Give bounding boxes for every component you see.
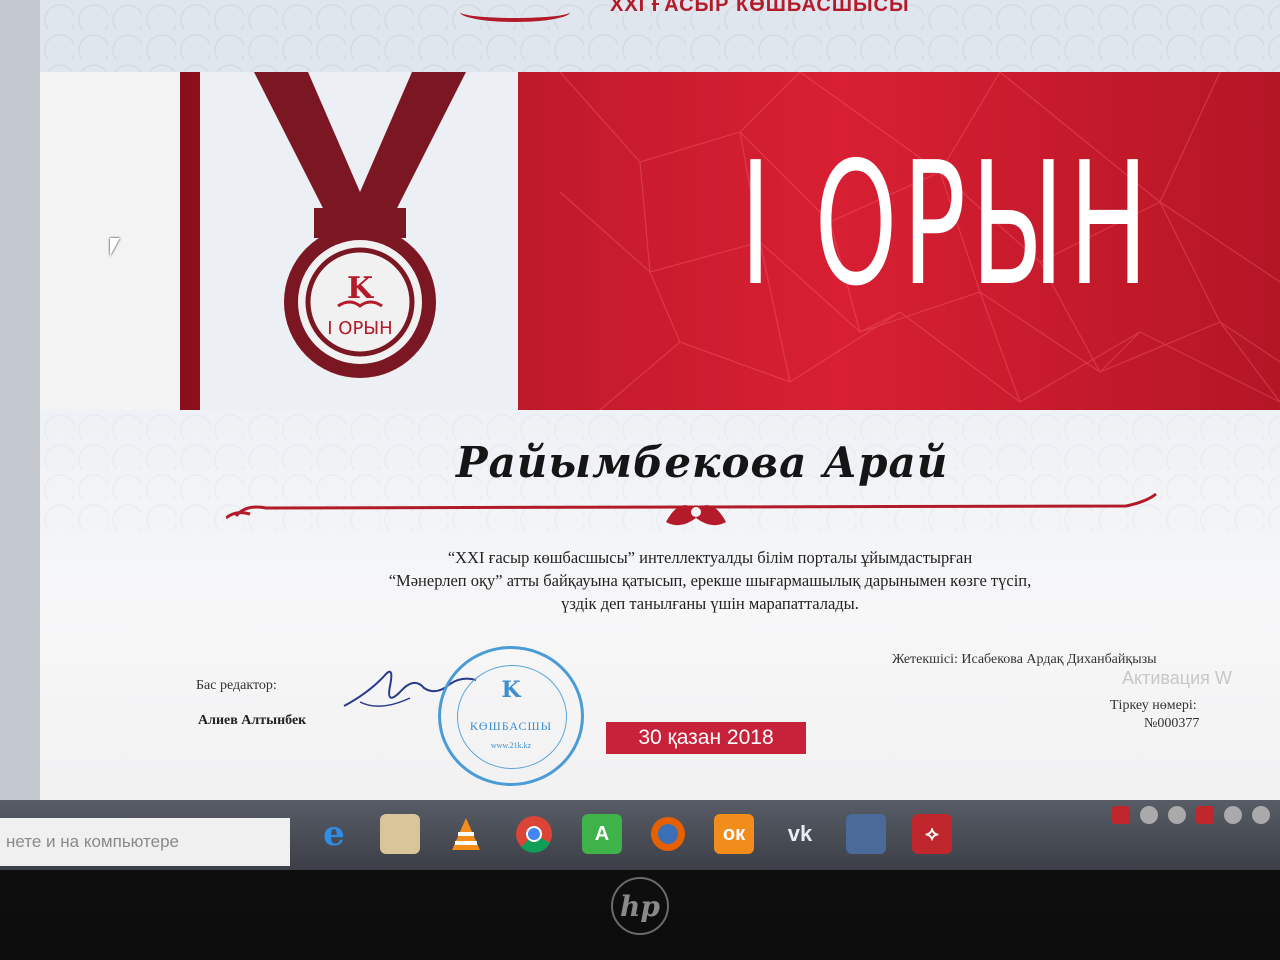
recipient-name: Райымбекова Арай [456,438,949,487]
leader-text: Жетекшісі: Исабекова Ардақ Диханбайқызы [892,652,1157,667]
tray-icon[interactable] [1252,806,1270,824]
certificate-text: “XXI ғасыр көшбасшысы” интеллектуалды бі… [290,546,1130,615]
firefox-icon[interactable] [648,814,688,854]
tray-icon[interactable] [1112,806,1130,824]
odnoklassniki-icon[interactable]: ок [714,814,754,854]
registration-label: Тіркеу нөмері: [1110,698,1197,713]
stamp-url: www.21k.kz [490,741,532,750]
body-line: “Мәнерлеп оқу” атты байқауына қатысып, е… [388,571,1032,590]
place-title: I ОРЫН [740,126,1154,324]
stamp-word: КӨШБАСШЫ [469,719,553,733]
portal-title: XXI ҒАСЫР КӨШБАСШЫСЫ [610,0,910,16]
hp-logo-icon: hp [611,877,669,935]
tray-icon[interactable] [1140,806,1158,824]
file-manager-icon[interactable] [380,814,420,854]
body-line: “XXI ғасыр көшбасшысы” интеллектуалды бі… [447,548,973,567]
stamp-letter: K [501,677,521,703]
chrome-icon[interactable] [514,814,554,854]
editor-name: Алиев Алтынбек [198,713,307,728]
tray-icon[interactable] [1224,806,1242,824]
taskbar-search-input[interactable]: нете и на компьютере [0,818,290,866]
book-logo-icon [460,2,570,22]
ornament-divider [226,492,1157,526]
internet-explorer-icon[interactable]: e [314,814,354,854]
system-tray [1112,806,1270,830]
medal-icon: K I ОРЫН [254,72,466,378]
vlc-icon[interactable] [446,814,486,854]
date-badge: 30 қазан 2018 [606,722,806,754]
desktop-edge [0,0,40,810]
activation-watermark: Активация W [1122,668,1232,688]
mouse-cursor-icon [110,238,120,256]
medal-panel: K I ОРЫН [200,72,518,410]
acrobat-icon[interactable]: ⟡ [912,814,952,854]
certificate: XXI ҒАСЫР КӨШБАСШЫСЫ K I ОРЫН I ОРЫН Рай… [40,0,1280,815]
a-app-icon[interactable]: A [582,814,622,854]
editor-label: Бас редактор: [196,678,277,693]
tray-icon[interactable] [1196,806,1214,824]
media-icon[interactable] [846,814,886,854]
registration-number: №000377 [1144,716,1200,731]
screen: XXI ҒАСЫР КӨШБАСШЫСЫ K I ОРЫН I ОРЫН Рай… [0,0,1280,870]
tray-icon[interactable] [1168,806,1186,824]
vk-icon[interactable]: vk [780,814,820,854]
medal-label: I ОРЫН [327,318,392,339]
body-line: үздік деп танылғаны үшін марапатталады. [561,594,859,613]
official-stamp: K КӨШБАСШЫ www.21k.kz [438,646,584,786]
